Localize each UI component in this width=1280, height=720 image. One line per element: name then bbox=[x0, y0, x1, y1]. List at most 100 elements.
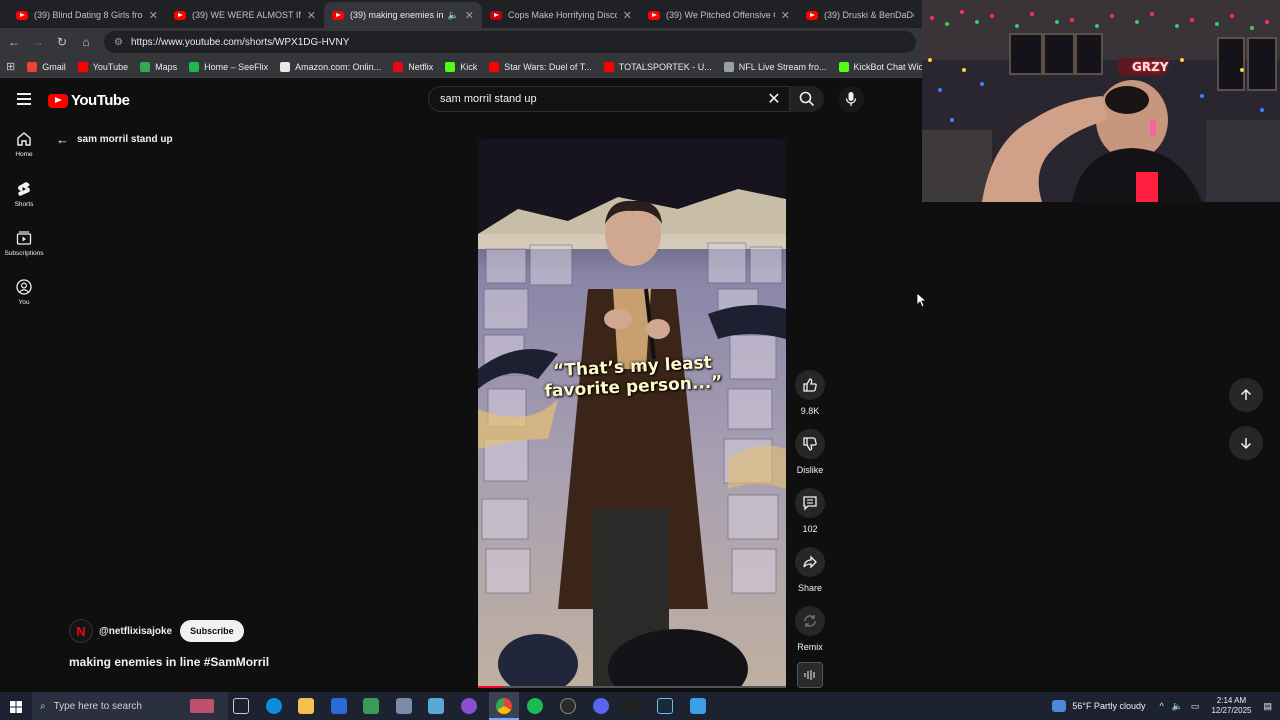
store-icon[interactable] bbox=[331, 698, 347, 714]
search-icon bbox=[799, 91, 815, 107]
bookmark-item[interactable]: NFL Live Stream fro... bbox=[723, 61, 827, 72]
like-button[interactable]: 9.8K bbox=[794, 370, 826, 416]
taskbar-search-box[interactable]: ⌕ Type here to search bbox=[32, 692, 228, 720]
file-explorer-icon[interactable] bbox=[298, 698, 314, 714]
tab-title: (39) Druski & BenDaDonnn bbox=[824, 10, 914, 20]
steam-icon[interactable] bbox=[657, 698, 673, 714]
video-title[interactable]: making enemies in line #SamMorril bbox=[69, 655, 269, 669]
bookmark-item[interactable]: Home – SeeFlix bbox=[189, 61, 269, 72]
browser-tab[interactable]: (39) We Pitched Offensive City ✕ bbox=[640, 2, 798, 28]
hamburger-menu-icon[interactable] bbox=[17, 93, 31, 105]
dislike-button-circle[interactable] bbox=[795, 429, 825, 459]
video-frame-image bbox=[478, 139, 786, 688]
bookmark-item[interactable]: TOTALSPORTEK - U... bbox=[603, 61, 712, 72]
bookmark-item[interactable]: Kick bbox=[445, 61, 477, 72]
guide-item-shorts[interactable]: Shorts bbox=[0, 181, 48, 208]
site-info-icon[interactable]: ⚙ bbox=[114, 37, 123, 48]
close-tab-icon[interactable]: ✕ bbox=[781, 9, 790, 22]
clock[interactable]: 2:14 AM 12/27/2025 bbox=[1211, 696, 1251, 716]
calculator-icon[interactable] bbox=[363, 698, 379, 714]
bookmark-item[interactable]: Netflix bbox=[393, 61, 433, 72]
back-arrow-icon[interactable]: ← bbox=[5, 33, 23, 51]
guide-item-you[interactable]: You bbox=[0, 279, 48, 306]
arrow-down-icon bbox=[1240, 438, 1252, 450]
guide-item-subscriptions[interactable]: Subscriptions bbox=[0, 230, 48, 257]
comments-button-circle[interactable] bbox=[795, 488, 825, 518]
app-icon[interactable] bbox=[690, 698, 706, 714]
video-progress-bar[interactable] bbox=[478, 686, 786, 688]
search-input[interactable]: sam morril stand up bbox=[428, 86, 790, 112]
bookmark-item[interactable]: Gmail bbox=[27, 61, 66, 72]
bookmark-item[interactable]: Amazon.com: Onlin... bbox=[280, 61, 381, 72]
channel-handle[interactable]: @netflixisajoke bbox=[99, 626, 172, 637]
share-button-circle[interactable] bbox=[795, 547, 825, 577]
remix-button-circle[interactable] bbox=[795, 606, 825, 636]
bookmark-favicon-icon bbox=[445, 61, 456, 72]
clear-search-icon[interactable]: ✕ bbox=[764, 89, 784, 109]
channel-avatar[interactable]: N bbox=[69, 619, 93, 643]
bookmark-label: Home – SeeFlix bbox=[204, 61, 269, 72]
voice-search-button[interactable] bbox=[838, 86, 864, 112]
speaker-icon[interactable]: 🔈 bbox=[448, 10, 459, 21]
browser-tab[interactable]: (39) WE WERE ALMOST IN TEA ✕ bbox=[166, 2, 324, 28]
remix-label: Remix bbox=[797, 642, 823, 652]
tab-title: (39) making enemies in line bbox=[350, 10, 444, 20]
spotify-icon[interactable] bbox=[527, 698, 543, 714]
previous-short-button[interactable] bbox=[1229, 378, 1263, 412]
browser-tab[interactable]: (39) Blind Dating 8 Girls from S ✕ bbox=[8, 2, 166, 28]
comments-button[interactable]: 102 bbox=[794, 488, 826, 534]
app-icon[interactable] bbox=[396, 698, 412, 714]
app-icon[interactable] bbox=[560, 698, 576, 714]
windows-start-icon[interactable] bbox=[10, 700, 22, 713]
volume-icon[interactable]: 🔈 bbox=[1172, 701, 1183, 712]
apps-grid-icon[interactable]: ⊞ bbox=[6, 60, 15, 73]
chrome-icon[interactable] bbox=[496, 698, 512, 714]
close-tab-icon[interactable]: ✕ bbox=[623, 9, 632, 22]
forward-arrow-icon[interactable]: → bbox=[29, 33, 47, 51]
browser-tab[interactable]: (39) Druski & BenDaDonnn bbox=[798, 2, 922, 28]
app-icon[interactable] bbox=[428, 698, 444, 714]
close-tab-icon[interactable]: ✕ bbox=[307, 9, 316, 22]
home-icon[interactable]: ⌂ bbox=[77, 33, 95, 51]
app-icon[interactable] bbox=[461, 698, 477, 714]
bookmark-item[interactable]: Star Wars: Duel of T... bbox=[489, 61, 592, 72]
app-icon[interactable] bbox=[625, 698, 641, 714]
search-highlight-icon bbox=[190, 699, 214, 713]
reload-icon[interactable]: ↻ bbox=[53, 33, 71, 51]
shorts-video-player[interactable]: “That’s my least favorite person...” bbox=[478, 139, 786, 688]
edge-browser-icon[interactable] bbox=[266, 698, 282, 714]
browser-tab[interactable]: Cops Make Horrifying Discove ✕ bbox=[482, 2, 640, 28]
audio-track-thumbnail[interactable] bbox=[797, 662, 823, 688]
bookmark-item[interactable]: YouTube bbox=[77, 61, 128, 72]
close-tab-icon[interactable]: ✕ bbox=[465, 9, 474, 22]
windows-taskbar: ⌕ Type here to search 56°F Partly cloudy… bbox=[0, 692, 1280, 720]
share-button[interactable]: Share bbox=[794, 547, 826, 593]
youtube-favicon-icon bbox=[490, 10, 502, 20]
next-short-button[interactable] bbox=[1229, 426, 1263, 460]
subscribe-button[interactable]: Subscribe bbox=[180, 620, 244, 642]
notifications-icon[interactable]: ▤ bbox=[1263, 701, 1272, 712]
webcam-overlay: GRZY bbox=[922, 0, 1280, 202]
mouse-cursor-icon bbox=[917, 293, 927, 308]
guide-item-home[interactable]: Home bbox=[0, 131, 48, 158]
task-view-icon[interactable] bbox=[233, 698, 249, 714]
tab-title: (39) WE WERE ALMOST IN TEA bbox=[192, 10, 301, 20]
search-button[interactable] bbox=[790, 86, 824, 112]
back-to-search[interactable]: ← sam morril stand up bbox=[56, 132, 173, 147]
youtube-logo[interactable]: YouTube bbox=[48, 92, 130, 109]
address-bar[interactable]: ⚙ https://www.youtube.com/shorts/WPX1DG-… bbox=[104, 31, 916, 53]
bookmark-item[interactable]: Maps bbox=[140, 61, 177, 72]
chevron-up-icon[interactable]: ^ bbox=[1159, 701, 1163, 711]
browser-tab-active[interactable]: (39) making enemies in line 🔈 ✕ bbox=[324, 2, 482, 28]
close-tab-icon[interactable]: ✕ bbox=[149, 9, 158, 22]
dislike-button[interactable]: Dislike bbox=[794, 429, 826, 475]
bookmark-label: Gmail bbox=[42, 61, 66, 72]
like-button-circle[interactable] bbox=[795, 370, 825, 400]
remix-button[interactable]: Remix bbox=[794, 606, 826, 652]
discord-icon[interactable] bbox=[593, 698, 609, 714]
tab-title: Cops Make Horrifying Discove bbox=[508, 10, 617, 20]
weather-text[interactable]: 56°F Partly cloudy bbox=[1072, 701, 1145, 711]
bookmark-label: TOTALSPORTEK - U... bbox=[618, 61, 712, 72]
guide-label: You bbox=[18, 299, 30, 306]
network-icon[interactable]: ▭ bbox=[1191, 701, 1200, 712]
